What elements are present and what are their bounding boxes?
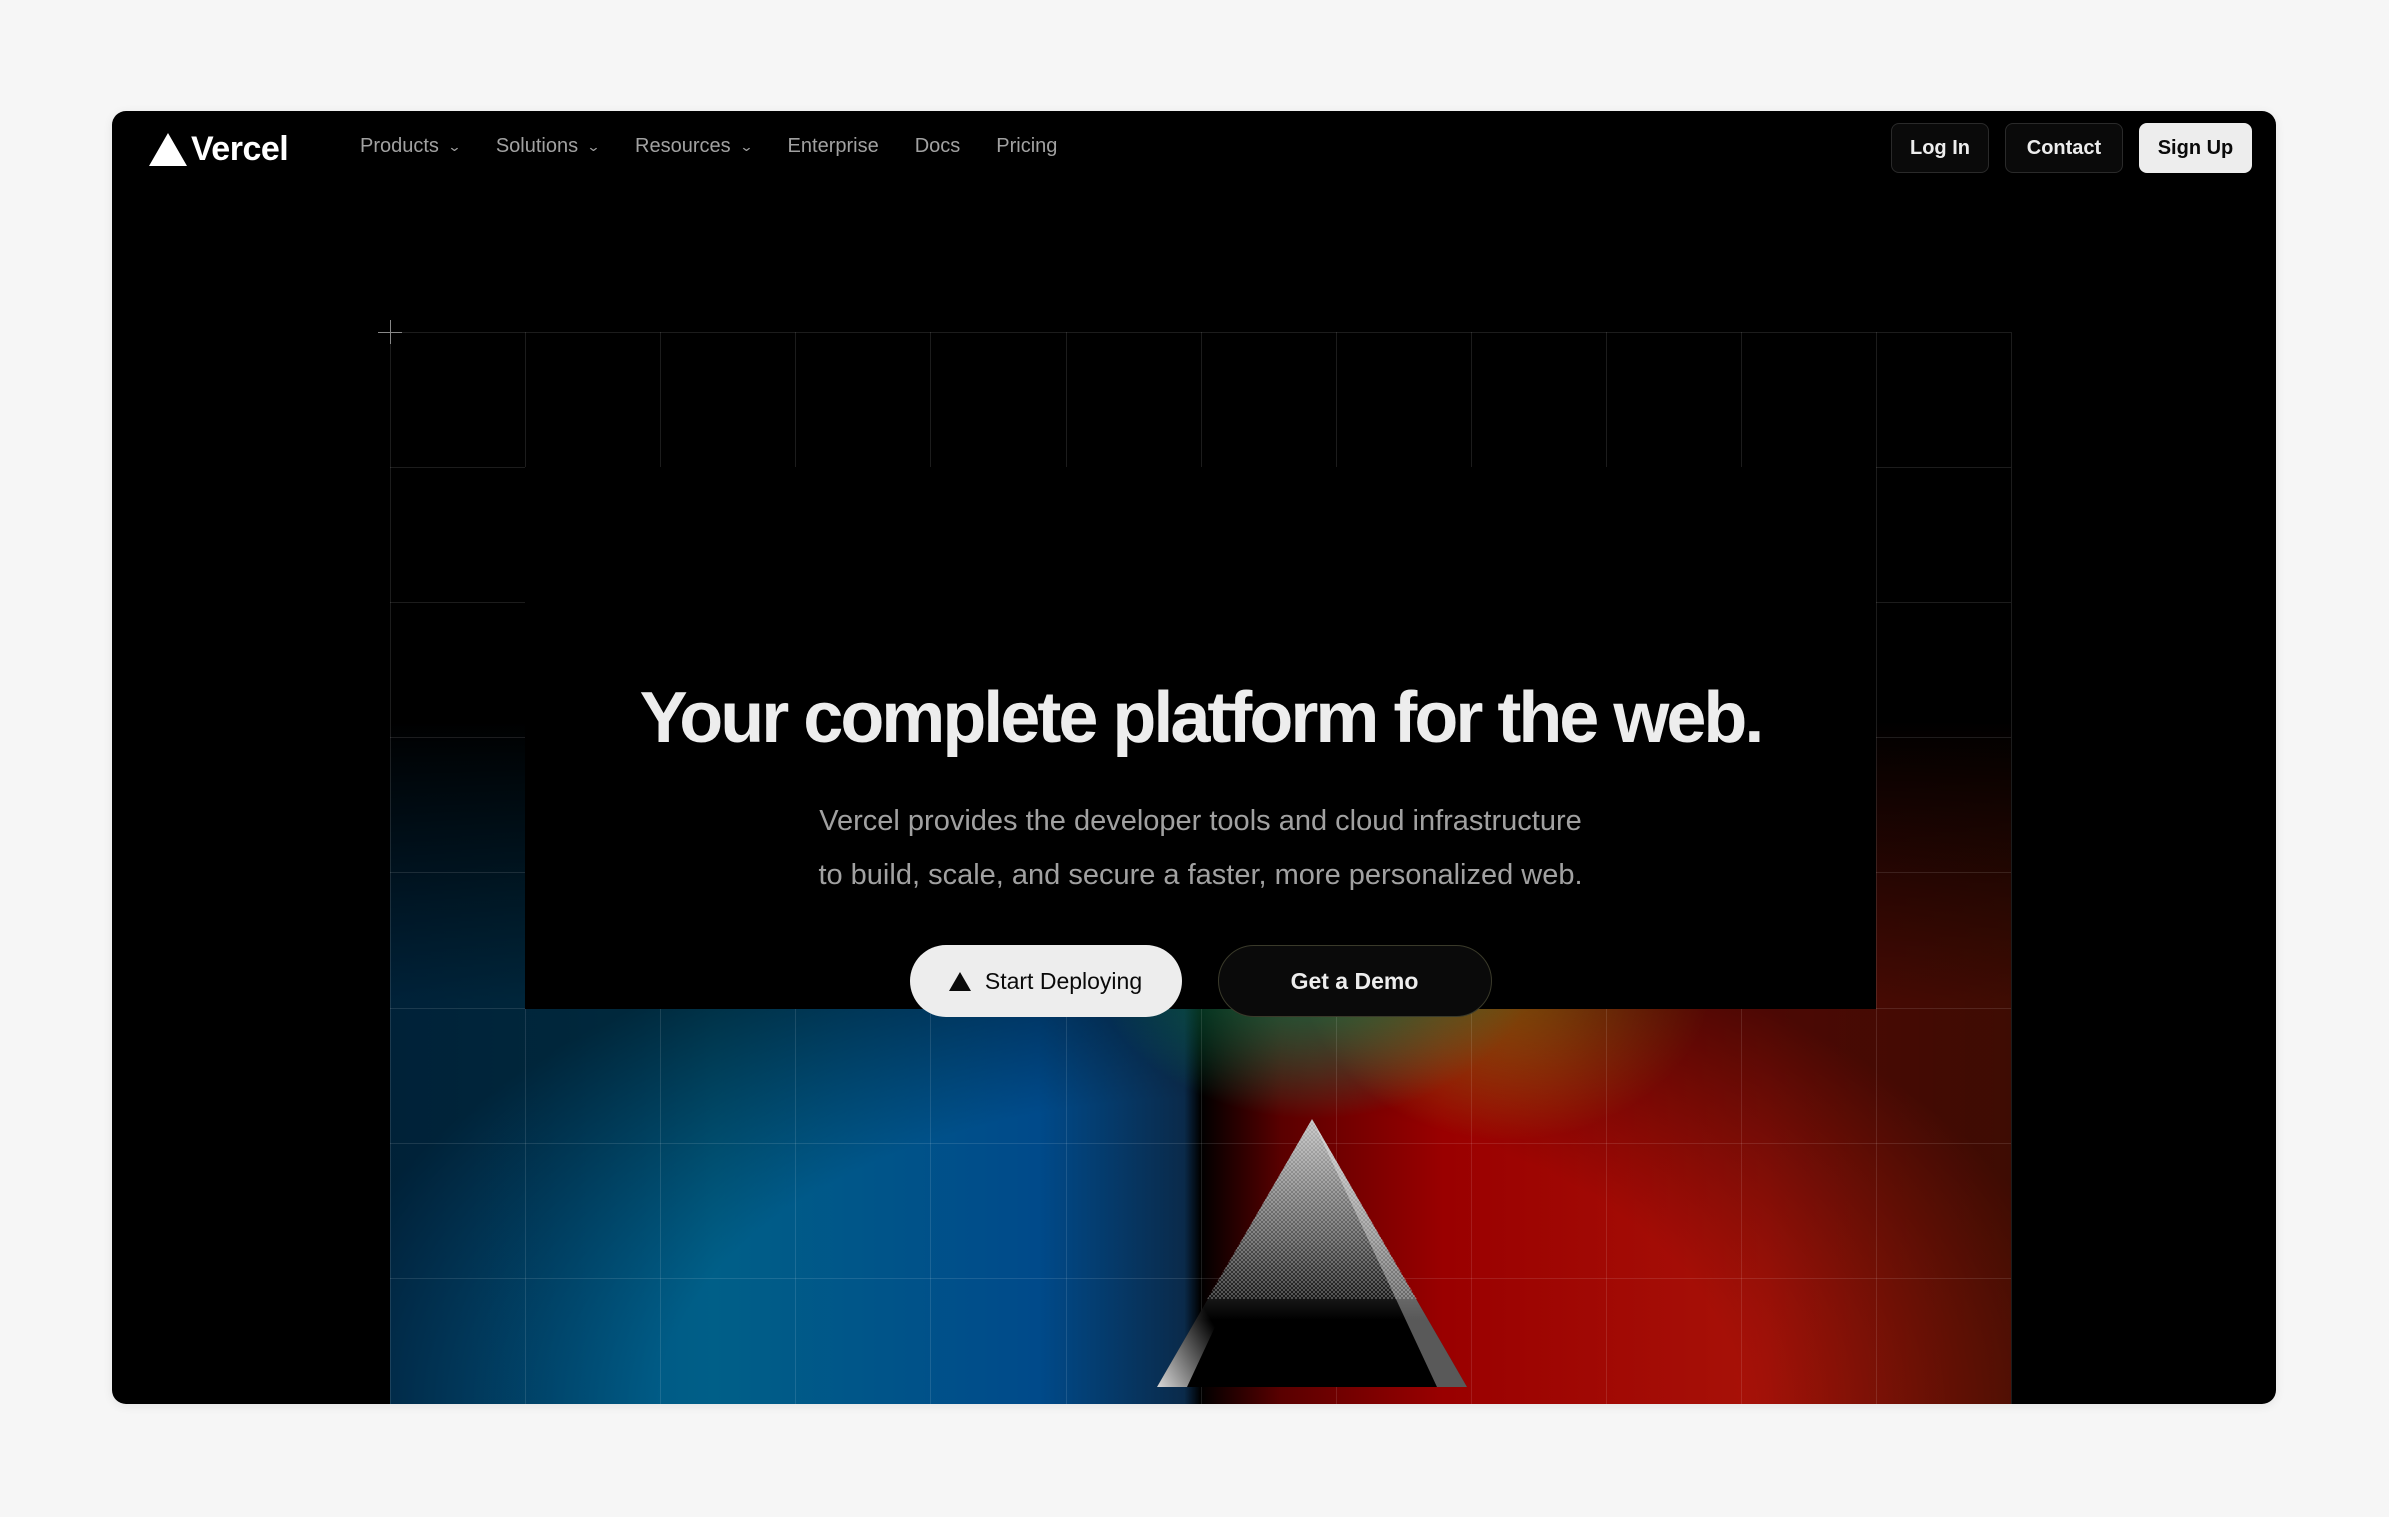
grid-line-vertical bbox=[2011, 332, 2012, 1404]
contact-button[interactable]: Contact bbox=[2005, 123, 2123, 173]
nav-item-resources[interactable]: Resources ⌄ bbox=[635, 135, 754, 158]
login-button[interactable]: Log In bbox=[1891, 123, 1989, 173]
hero-headline: Your complete platform for the web. bbox=[639, 678, 1765, 758]
nav-label: Pricing bbox=[996, 135, 1058, 157]
grid-line-horizontal bbox=[390, 332, 2011, 333]
signup-button[interactable]: Sign Up bbox=[2139, 123, 2252, 173]
nav-label: Products bbox=[360, 135, 439, 157]
start-deploying-button[interactable]: Start Deploying bbox=[909, 945, 1182, 1017]
brand-name: Vercel bbox=[191, 129, 289, 168]
nav-label: Solutions bbox=[495, 135, 579, 157]
vercel-triangle-icon bbox=[149, 132, 187, 166]
hero-section: Your complete platform for the web. Verc… bbox=[378, 320, 2012, 1404]
chevron-down-icon: ⌄ bbox=[739, 138, 754, 154]
get-a-demo-button[interactable]: Get a Demo bbox=[1217, 945, 1492, 1017]
hero-subtitle-line: to build, scale, and secure a faster, mo… bbox=[818, 859, 1583, 891]
hero-subtitle-line: Vercel provides the developer tools and … bbox=[819, 805, 1582, 837]
hero-subtitle: Vercel provides the developer tools and … bbox=[390, 794, 2011, 902]
nav-actions: Log In Contact Sign Up bbox=[1891, 123, 2252, 173]
vercel-triangle-icon bbox=[948, 971, 971, 991]
nav-label: Docs bbox=[914, 135, 961, 157]
chevron-down-icon: ⌄ bbox=[447, 138, 462, 154]
nav-item-docs[interactable]: Docs bbox=[915, 135, 961, 158]
prism-triangle-graphic bbox=[1157, 1119, 1467, 1387]
nav-item-solutions[interactable]: Solutions ⌄ bbox=[495, 135, 601, 158]
nav-label: Resources bbox=[635, 135, 731, 157]
chevron-down-icon: ⌄ bbox=[586, 138, 601, 154]
start-deploying-label: Start Deploying bbox=[984, 967, 1143, 994]
crosshair-icon bbox=[390, 320, 391, 344]
nav-label: Enterprise bbox=[787, 135, 879, 157]
browser-window: Vercel Products ⌄ Solutions ⌄ Resources … bbox=[112, 111, 2276, 1404]
main-nav: Products ⌄ Solutions ⌄ Resources ⌄ Enter… bbox=[360, 135, 1093, 158]
vercel-logo[interactable]: Vercel bbox=[149, 129, 289, 168]
nav-item-enterprise[interactable]: Enterprise bbox=[788, 135, 879, 158]
hero-cta-group: Start Deploying Get a Demo bbox=[390, 945, 2011, 1017]
nav-item-products[interactable]: Products ⌄ bbox=[360, 135, 462, 158]
nav-item-pricing[interactable]: Pricing bbox=[996, 135, 1057, 158]
